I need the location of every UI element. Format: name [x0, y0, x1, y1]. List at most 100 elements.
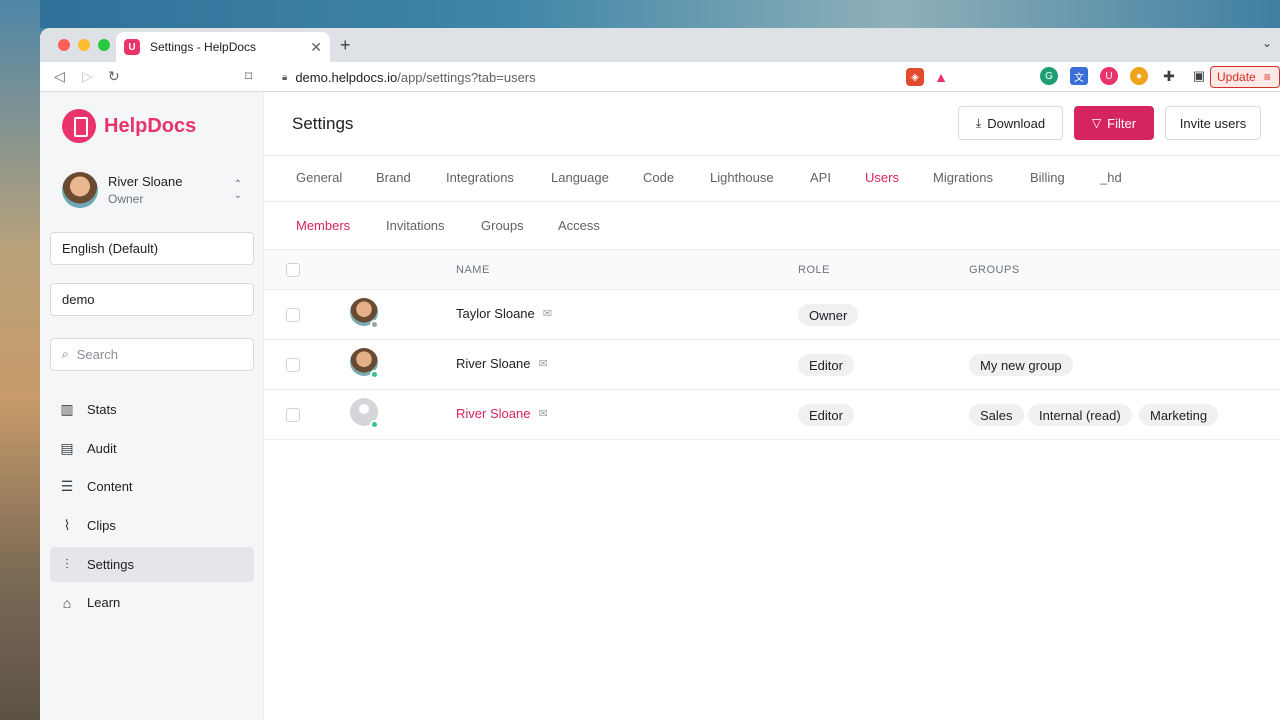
avatar: [62, 172, 98, 208]
color-picker-extension-icon[interactable]: ●: [1130, 67, 1148, 85]
member-name[interactable]: River Sloane ✉: [456, 356, 548, 371]
status-online-indicator: [370, 420, 379, 429]
tab-invitations[interactable]: Invitations: [386, 218, 445, 233]
table-header: NAME ROLE GROUPS: [264, 250, 1280, 290]
member-name-text: River Sloane: [456, 406, 531, 421]
wallet-icon[interactable]: ▣: [1190, 67, 1208, 85]
tab-groups[interactable]: Groups: [481, 218, 524, 233]
member-name-text: Taylor Sloane: [456, 306, 535, 321]
tab-api[interactable]: API: [810, 170, 831, 185]
chevron-up-down-icon: ⌃ ⌄: [233, 179, 242, 201]
address-bar-extensions: ◈ ▲: [906, 68, 950, 86]
window-controls: [58, 39, 110, 51]
helpdocs-logo[interactable]: HelpDocs: [62, 109, 196, 143]
mail-icon[interactable]: ✉: [543, 307, 552, 320]
tab-language[interactable]: Language: [551, 170, 609, 185]
tab-strip: U Settings - HelpDocs ✕ + ⌄: [40, 28, 1280, 62]
tab-list-chevron-icon[interactable]: ⌄: [1262, 36, 1272, 50]
graduation-cap-icon: ⌂: [62, 594, 72, 611]
search-icon: ⌕: [62, 347, 69, 361]
user-subtabs: Members Invitations Groups Access: [264, 202, 1280, 250]
sidebar-item-clips[interactable]: ⌇ Clips: [50, 508, 254, 543]
address-bar[interactable]: 🔒︎ demo.helpdocs.io/app/settings?tab=use…: [270, 65, 963, 89]
language-select[interactable]: English (Default): [50, 232, 254, 265]
browser-update-button[interactable]: Update ≡: [1210, 66, 1280, 88]
filter-icon: ▽: [1091, 116, 1102, 130]
tab-close-icon[interactable]: ✕: [310, 39, 322, 56]
tab-general[interactable]: General: [296, 170, 342, 185]
tab-billing[interactable]: Billing: [1030, 170, 1065, 185]
account-switcher[interactable]: River Sloane Owner ⌃ ⌄: [62, 172, 242, 208]
sidebar-item-label: Audit: [87, 440, 117, 456]
helpdocs-extension-icon[interactable]: U: [1100, 67, 1118, 85]
update-label: Update: [1217, 70, 1256, 84]
sidebar-item-audit[interactable]: ▤ Audit: [50, 431, 254, 466]
sidebar-item-settings[interactable]: ⫶ Settings: [50, 546, 254, 582]
desktop-background-left: [0, 0, 40, 720]
brave-rewards-icon[interactable]: ▲: [932, 68, 950, 86]
table-row[interactable]: River Sloane ✉ Editor My new group: [264, 340, 1280, 390]
grammar-extension-icon[interactable]: G: [1040, 67, 1058, 85]
tab-members[interactable]: Members: [296, 218, 350, 233]
member-name[interactable]: River Sloane ✉: [456, 406, 548, 421]
brave-shield-icon[interactable]: ◈: [906, 68, 924, 86]
sidebar-item-content[interactable]: ☰ Content: [50, 469, 254, 504]
sidebar-item-learn[interactable]: ⌂ Learn: [50, 585, 254, 620]
group-badge: Sales: [969, 404, 1024, 426]
role-badge: Editor: [798, 404, 854, 426]
sidebar-nav: ▥ Stats ▤ Audit ☰ Content ⌇ Clips ⫶ Sett…: [50, 392, 254, 624]
tab-users[interactable]: Users: [865, 170, 899, 185]
helpdocs-logo-icon: [62, 109, 96, 143]
download-icon: ⤓: [975, 115, 982, 130]
url-host: demo.helpdocs.io: [295, 69, 398, 85]
reload-icon[interactable]: ↻: [108, 68, 120, 85]
mail-icon[interactable]: ✉: [538, 357, 547, 370]
invite-users-button[interactable]: Invite users: [1165, 106, 1261, 140]
user-meta: River Sloane Owner: [108, 174, 234, 206]
close-window-button[interactable]: [58, 39, 70, 51]
select-all-checkbox[interactable]: [286, 263, 300, 277]
invite-label: Invite users: [1179, 115, 1247, 131]
members-table: NAME ROLE GROUPS Taylor Sloane ✉ Owner R…: [264, 250, 1280, 440]
mail-icon[interactable]: ✉: [538, 407, 547, 420]
workspace-select[interactable]: demo: [50, 283, 254, 316]
filter-button[interactable]: ▽ Filter: [1074, 106, 1154, 140]
table-row[interactable]: Taylor Sloane ✉ Owner: [264, 290, 1280, 340]
helpdocs-favicon-icon: U: [124, 39, 140, 55]
forward-icon[interactable]: ▷: [82, 68, 93, 85]
bookmark-icon[interactable]: ⌑: [245, 68, 252, 85]
extensions-toolbar: G 文 U ● ✚ ▣: [1040, 67, 1208, 85]
tab-lighthouse[interactable]: Lighthouse: [710, 170, 774, 185]
download-label: Download: [987, 115, 1046, 131]
row-checkbox[interactable]: [286, 308, 300, 322]
sliders-icon: ⫶: [65, 555, 69, 572]
member-name-text: River Sloane: [456, 356, 531, 371]
desktop-background-top: [0, 0, 1280, 28]
member-name[interactable]: Taylor Sloane ✉: [456, 306, 552, 321]
search-input[interactable]: ⌕ Search: [50, 338, 254, 371]
sidebar-item-stats[interactable]: ▥ Stats: [50, 392, 254, 427]
row-checkbox[interactable]: [286, 408, 300, 422]
sidebar-item-label: Clips: [87, 518, 116, 534]
translate-extension-icon[interactable]: 文: [1070, 67, 1088, 85]
table-row[interactable]: River Sloane ✉ Editor Sales Internal (re…: [264, 390, 1280, 440]
tab-brand[interactable]: Brand: [376, 170, 411, 185]
browser-tab[interactable]: U Settings - HelpDocs ✕: [116, 32, 330, 62]
minimize-window-button[interactable]: [78, 39, 90, 51]
tab-migrations[interactable]: Migrations: [933, 170, 993, 185]
puzzle-extensions-icon[interactable]: ✚: [1160, 67, 1178, 85]
tab-access[interactable]: Access: [558, 218, 600, 233]
tab-code[interactable]: Code: [643, 170, 674, 185]
download-button[interactable]: ⤓ Download: [958, 106, 1063, 140]
column-role: ROLE: [798, 264, 830, 276]
url-path: /app/settings?tab=users: [397, 69, 536, 85]
paperclip-icon: ⌇: [63, 517, 71, 534]
new-tab-icon[interactable]: +: [340, 35, 351, 56]
row-checkbox[interactable]: [286, 358, 300, 372]
tab-integrations[interactable]: Integrations: [446, 170, 514, 185]
back-icon[interactable]: ◁: [54, 68, 65, 85]
tab-hd[interactable]: _hd: [1100, 170, 1122, 185]
column-groups: GROUPS: [969, 264, 1020, 276]
maximize-window-button[interactable]: [98, 39, 110, 51]
group-badge: Internal (read): [1028, 404, 1132, 426]
